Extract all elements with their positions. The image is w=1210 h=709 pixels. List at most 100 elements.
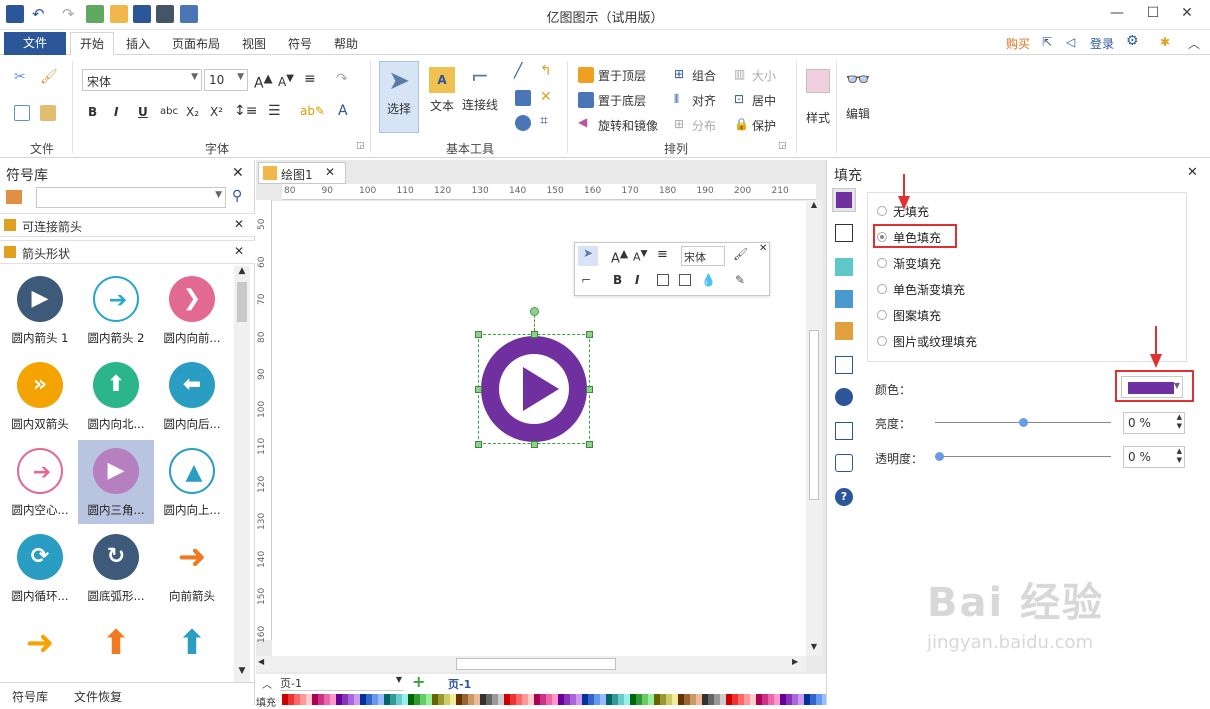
size-label[interactable]: 大小 [752,67,776,84]
symbol-item[interactable]: ▲ 圆内向上... [154,440,230,524]
rotate-mirror-label[interactable]: 旋转和镜像 [598,117,658,134]
resize-handle[interactable] [586,441,593,448]
resize-handle[interactable] [475,386,482,393]
group-icon[interactable]: ⊞ [674,67,684,81]
resize-handle[interactable] [531,441,538,448]
vscroll-thumb[interactable] [809,330,819,500]
resize-handle[interactable] [475,441,482,448]
copy-icon[interactable] [14,105,30,121]
float-fill-icon[interactable]: 💧 [701,273,716,287]
category-row[interactable]: 可连接箭头 ✕ [0,213,255,237]
size-icon[interactable]: ▥ [734,67,745,81]
scroll-down-arrow-icon[interactable]: ▼ [234,666,250,682]
brightness-slider-knob[interactable] [1019,418,1028,427]
symbol-item[interactable]: » 圆内双箭头 [2,354,78,438]
tab-insert[interactable]: 插入 [126,35,150,52]
scroll-thumb[interactable] [237,282,247,322]
fill-option-radio[interactable] [877,284,887,294]
grow-font-icon[interactable]: A▲ [254,71,273,92]
float-connector-icon[interactable]: ⌐ [581,273,591,287]
style-button[interactable]: 样式 [802,61,834,133]
brightness-input[interactable]: 0 % ▲ ▼ [1123,412,1185,434]
page-tab-icon[interactable] [835,356,853,374]
note-tab-icon[interactable] [835,422,853,440]
tab-view[interactable]: 视图 [242,35,266,52]
close-window-button[interactable]: ✕ [1164,0,1210,28]
strikethrough-icon[interactable]: abc [160,106,178,117]
fill-option-radio[interactable] [877,258,887,268]
cut-icon[interactable]: ✂ [14,69,30,85]
align-text-icon[interactable]: ≡ [304,71,316,87]
comment-tab-icon[interactable] [835,454,853,472]
line-tab-icon[interactable] [835,224,853,242]
fill-option-radio[interactable] [877,336,887,346]
settings-icon[interactable]: ⚙ [1126,33,1139,49]
fill-tab-icon[interactable] [832,188,856,212]
align-label[interactable]: 对齐 [692,92,716,109]
hscroll-left-icon[interactable]: ◀ [258,657,264,666]
app-store-icon[interactable]: ✱ [1160,35,1170,49]
protect-label[interactable]: 保护 [752,117,776,134]
share-icon[interactable]: ⇱ [1042,35,1052,49]
transparency-slider-track[interactable] [935,456,1111,457]
transparency-slider-knob[interactable] [935,452,944,461]
fill-option-label[interactable]: 图案填充 [893,307,941,324]
close-fill-panel-icon[interactable]: ✕ [1187,165,1198,180]
symbol-item[interactable]: ➔ 圆内箭头 2 [78,268,154,352]
fill-option-label[interactable]: 单色渐变填充 [893,281,965,298]
font-dialog-launcher-icon[interactable]: ◲ [356,141,365,151]
ellipse-shape-icon[interactable] [515,115,531,131]
group-label[interactable]: 组合 [692,67,716,84]
paste-icon[interactable] [40,105,56,121]
crop-icon[interactable]: ⌗ [540,113,548,129]
center-label[interactable]: 居中 [752,92,776,109]
spin-arrows-icon[interactable]: ▲ ▼ [1177,447,1182,465]
distribute-icon[interactable]: ⊞ [674,117,684,131]
symbol-item[interactable]: ⬆ [154,612,230,672]
drawing-page[interactable]: ➤ A▲ A▼ ≡ 宋体 🖌 ✕ ⌐ B I 💧 ✎ [272,201,806,656]
spin-arrows-icon[interactable]: ▲ ▼ [1177,413,1182,431]
resize-handle[interactable] [531,331,538,338]
symbol-item[interactable]: ⬆ 圆内向北... [78,354,154,438]
fill-option-radio[interactable] [877,206,887,216]
format-painter-icon[interactable]: 🖌 [40,69,58,85]
symbol-item[interactable]: ↻ 圆底弧形... [78,526,154,610]
vertical-scrollbar[interactable]: ▲ ▼ [806,200,822,656]
symbol-item[interactable]: ▶ 圆内箭头 1 [2,268,78,352]
vscroll-up-icon[interactable]: ▲ [806,200,822,214]
tab-file-recovery[interactable]: 文件恢复 [74,688,122,705]
superscript-icon[interactable]: X² [210,105,223,119]
center-icon[interactable]: ⊡ [734,92,744,106]
document-tab[interactable]: 绘图1 ✕ [258,162,346,184]
add-page-icon[interactable]: + [412,672,425,691]
transparency-input[interactable]: 0 % ▲ ▼ [1123,446,1185,468]
tab-page-layout[interactable]: 页面布局 [172,35,220,52]
bold-icon[interactable]: B [88,105,97,119]
symbol-item[interactable]: ➜ [2,612,78,672]
help-tab-icon[interactable]: ? [835,488,853,506]
arrange-dialog-launcher-icon[interactable]: ◲ [778,141,787,151]
symbol-item[interactable]: ⟳ 圆内循环... [2,526,78,610]
distribute-label[interactable]: 分布 [692,117,716,134]
symbol-item[interactable]: ▶ 圆内三角... [78,440,154,524]
fill-option-label[interactable]: 渐变填充 [893,255,941,272]
line-shape-icon[interactable]: ╱ [514,63,522,79]
rotate-icon[interactable]: ◀ [578,115,587,129]
shadow-tab-icon[interactable] [835,258,853,276]
close-library-icon[interactable]: ✕ [232,165,244,181]
float-shrink-font-icon[interactable]: A▼ [633,248,648,264]
send-back-label[interactable]: 置于底层 [598,92,646,109]
play-circle-shape[interactable] [481,336,587,442]
collapse-ribbon-icon[interactable]: ︿ [1188,35,1200,52]
symbol-item[interactable]: ⬆ [78,612,154,672]
tab-symbol[interactable]: 符号 [288,35,312,52]
login-link[interactable]: 登录 [1090,35,1114,52]
float-close-icon[interactable]: ✕ [759,243,767,254]
fill-option-label[interactable]: 图片或纹理填充 [893,333,977,350]
library-search-input[interactable]: ▼ [36,187,226,208]
float-select-icon[interactable]: ➤ [578,246,598,266]
arc-shape-icon[interactable]: ↰ [540,63,552,79]
bullet-list-icon[interactable]: ☰ [268,103,281,119]
align-icon[interactable]: ⫴ [674,92,679,107]
vscroll-down-icon[interactable]: ▼ [806,642,822,656]
